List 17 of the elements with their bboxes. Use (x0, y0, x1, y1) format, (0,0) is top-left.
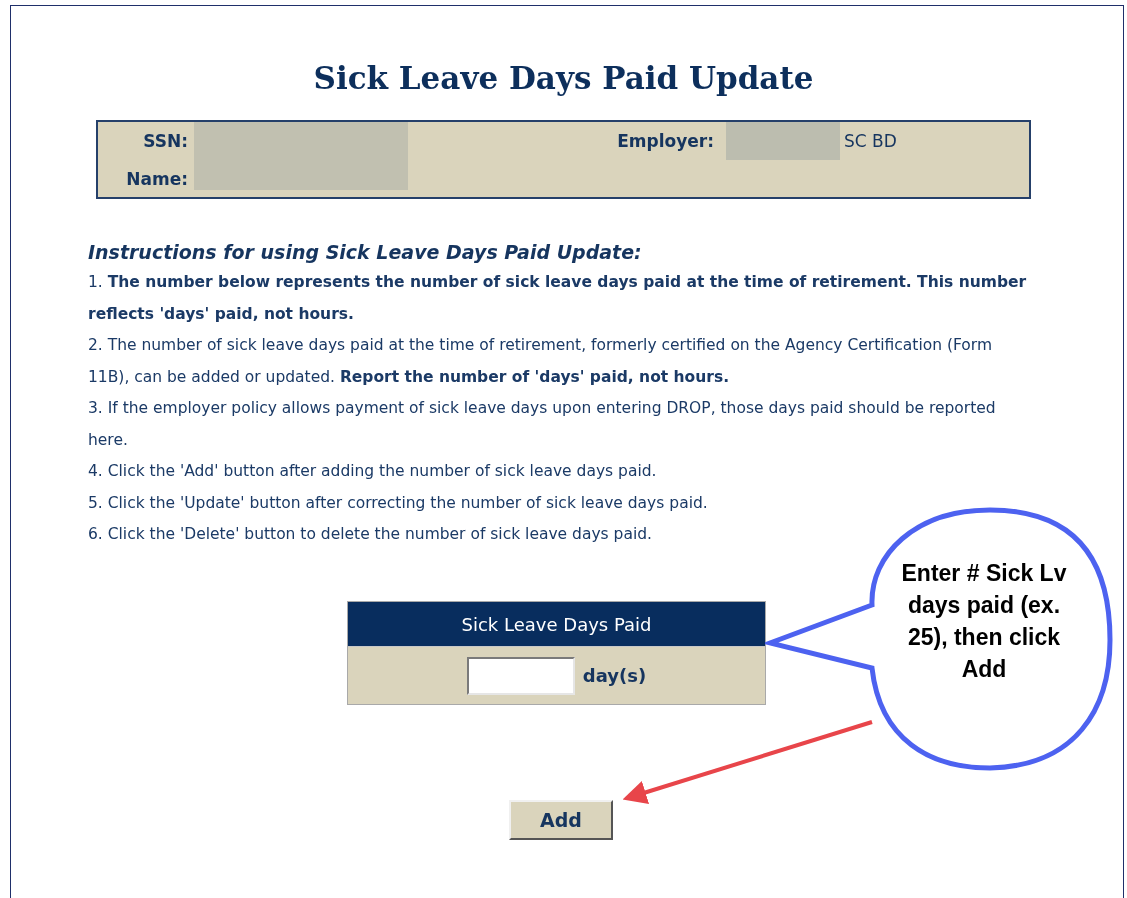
instruction-item: 2. The number of sick leave days paid at the time of retirement, formerly certified on the Agency Certification (Form 11B), can be added or updated. Report the number of 'days' paid, not hours. (88, 335, 994, 388)
table-header: Sick Leave Days Paid (348, 602, 765, 646)
name-label: Name: (126, 168, 189, 190)
days-input[interactable] (466, 656, 575, 695)
add-button[interactable]: Add (509, 800, 613, 840)
instruction-item: 4. Click the 'Add' button after adding the number of sick leave days paid. (88, 461, 658, 482)
instruction-item: 6. Click the 'Delete' button to delete the number of sick leave days paid. (88, 524, 653, 545)
page-title: Sick Leave Days Paid Update (313, 59, 814, 98)
unit-label: day(s) (582, 664, 647, 688)
instruction-item: 3. If the employer policy allows payment of sick leave days upon entering DROP, those days paid should be reported here. (88, 398, 997, 451)
ssn-label: SSN: (143, 130, 189, 152)
instructions-heading: Instructions for using Sick Leave Days Paid Update: (88, 240, 643, 265)
instruction-item: 5. Click the 'Update' button after correcting the number of sick leave days paid. (88, 492, 709, 514)
instruction-item: 1. The number below represents the number of sick leave days paid at the time of retirement. This number reflects 'days' paid, not hours. (88, 272, 1028, 325)
employer-label: Employer: (617, 130, 715, 152)
callout-text: Enter # Sick Lv days paid (ex. 25), then click Add (900, 559, 1068, 684)
employer-suffix: SC BD (844, 130, 897, 152)
